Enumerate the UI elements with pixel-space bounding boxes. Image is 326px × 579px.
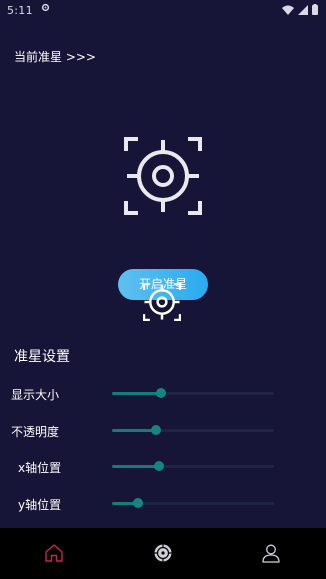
x-position-slider[interactable] [112,461,274,471]
slider-row-size: 显示大小 [0,384,326,404]
slider-row-opacity: 不透明度 [0,421,326,441]
status-bar: 5:11 [0,0,326,22]
slider-label: x轴位置 [18,461,62,475]
slider-thumb[interactable] [150,425,161,435]
settings-gear-icon [41,3,50,15]
slider-fill [112,392,161,395]
size-slider[interactable] [112,388,274,398]
opacity-slider[interactable] [112,425,274,435]
slider-label: 显示大小 [11,388,60,402]
slider-thumb[interactable] [153,461,164,471]
bottom-nav [0,528,326,579]
cellular-signal-icon [298,4,308,15]
slider-row-y-position: y轴位置 [0,494,326,514]
current-crosshair-label[interactable]: 当前准星 >>> [14,48,96,65]
home-icon [45,544,63,562]
crosshair-settings-title: 准星设置 [14,349,70,365]
slider-label: y轴位置 [18,498,62,512]
wifi-icon [282,5,294,15]
y-position-slider[interactable] [112,498,274,508]
nav-crosshair[interactable] [152,542,174,564]
nav-profile[interactable] [260,542,282,564]
slider-label: 不透明度 [11,425,60,439]
user-icon [262,544,280,563]
slider-fill [112,429,156,432]
status-time: 5:11 [7,4,33,17]
slider-thumb[interactable] [132,498,143,508]
crosshair-settings-icon [154,544,172,562]
crosshair-icon [124,137,202,215]
slider-row-x-position: x轴位置 [0,457,326,477]
slider-thumb[interactable] [155,388,166,398]
crosshair-overlay-icon [143,283,181,321]
battery-icon [312,4,318,15]
status-icons [282,4,318,15]
nav-home[interactable] [43,542,65,564]
slider-fill [112,465,159,468]
